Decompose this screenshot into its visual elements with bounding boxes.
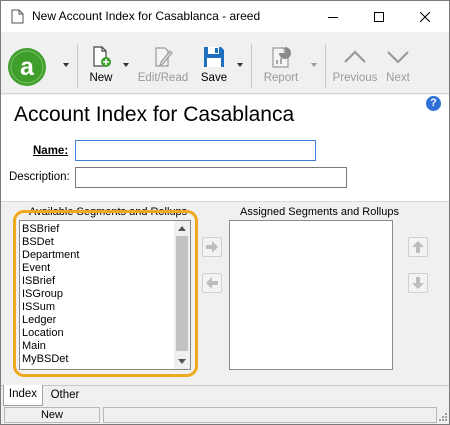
- toolbar-separator: [325, 44, 326, 88]
- available-segments-items: BSBrief BSDet Department Event ISBrief ISGrou…: [22, 223, 79, 366]
- minimize-icon: [328, 16, 338, 18]
- arrow-left-icon: [206, 277, 218, 289]
- scroll-thumb[interactable]: [176, 236, 188, 351]
- name-field[interactable]: [75, 140, 316, 161]
- maximize-button[interactable]: [356, 1, 402, 32]
- list-item[interactable]: Location: [22, 327, 79, 340]
- scroll-up-arrow[interactable]: [178, 226, 186, 231]
- edit-read-button[interactable]: Edit/Read: [136, 38, 190, 94]
- description-label: Description:: [9, 171, 70, 183]
- next-button-label: Next: [386, 72, 410, 84]
- scroll-down-arrow[interactable]: [178, 359, 186, 364]
- arrow-down-icon: [412, 277, 424, 289]
- tab-bar: Index Other: [1, 385, 449, 406]
- arrow-right-icon: [206, 241, 218, 253]
- tab-index[interactable]: Index: [3, 385, 43, 406]
- move-down-button[interactable]: [408, 273, 428, 293]
- previous-button-label: Previous: [332, 72, 378, 84]
- assigned-segments-list[interactable]: [229, 220, 393, 370]
- report-dropdown-arrow[interactable]: [311, 63, 317, 67]
- available-segments-label: Available Segments and Rollups: [29, 206, 188, 218]
- assigned-segments-label: Assigned Segments and Rollups: [240, 206, 399, 218]
- list-item[interactable]: ISSum: [22, 301, 79, 314]
- save-dropdown-arrow[interactable]: [237, 63, 243, 67]
- close-button[interactable]: [402, 1, 448, 32]
- list-item[interactable]: ISGroup: [22, 288, 79, 301]
- title-bar: New Account Index for Casablanca - areed: [1, 1, 449, 32]
- document-icon: [11, 9, 24, 24]
- close-icon: [420, 11, 430, 22]
- list-item[interactable]: MyBSDet: [22, 353, 79, 366]
- arrow-up-icon: [412, 241, 424, 253]
- new-dropdown-arrow[interactable]: [123, 63, 129, 67]
- edit-read-button-label: Edit/Read: [137, 72, 189, 84]
- status-mode: New: [4, 407, 100, 423]
- resize-grip-icon[interactable]: [438, 412, 448, 422]
- segment-panel: Available Segments and Rollups Assigned …: [1, 201, 449, 385]
- move-up-button[interactable]: [408, 237, 428, 257]
- toolbar-separator: [77, 44, 78, 88]
- toolbar-separator: [251, 44, 252, 88]
- minimize-button[interactable]: [310, 1, 356, 32]
- tab-other[interactable]: Other: [45, 386, 85, 406]
- toolbar: a New Edit/Read Save Report Previous Nex…: [1, 38, 449, 94]
- next-button[interactable]: Next: [381, 38, 415, 94]
- new-document-icon: [93, 46, 111, 67]
- list-item[interactable]: ISBrief: [22, 275, 79, 288]
- new-button[interactable]: New: [83, 38, 119, 94]
- edit-icon: [155, 47, 173, 67]
- report-button[interactable]: Report: [259, 38, 303, 94]
- list-item[interactable]: BSBrief: [22, 223, 79, 236]
- save-icon: [204, 47, 224, 67]
- unassign-button[interactable]: [202, 273, 222, 293]
- app-logo-button[interactable]: a: [7, 47, 47, 87]
- status-field: [103, 407, 437, 423]
- window-title: New Account Index for Casablanca - areed: [32, 9, 261, 23]
- list-item[interactable]: Main: [22, 340, 79, 353]
- available-list-scrollbar[interactable]: [174, 221, 190, 369]
- list-item[interactable]: Ledger: [22, 314, 79, 327]
- chevron-up-icon: [344, 50, 366, 63]
- report-button-label: Report: [263, 72, 299, 84]
- help-icon[interactable]: ?: [426, 96, 441, 111]
- previous-button[interactable]: Previous: [331, 38, 379, 94]
- name-label: Name:: [33, 145, 69, 157]
- logo-dropdown-arrow[interactable]: [63, 63, 69, 67]
- assign-button[interactable]: [202, 237, 222, 257]
- status-bar: New: [1, 406, 449, 424]
- page-title: Account Index for Casablanca: [14, 103, 295, 126]
- maximize-icon: [374, 11, 384, 22]
- available-segments-list[interactable]: BSBrief BSDet Department Event ISBrief ISGrou…: [19, 220, 191, 370]
- list-item[interactable]: Department: [22, 249, 79, 262]
- report-icon: [272, 47, 291, 68]
- list-item[interactable]: BSDet: [22, 236, 79, 249]
- description-field[interactable]: [75, 167, 347, 188]
- save-button-label: Save: [200, 72, 228, 84]
- svg-text:a: a: [20, 53, 35, 81]
- new-button-label: New: [89, 72, 113, 84]
- chevron-down-icon: [387, 51, 409, 64]
- save-button[interactable]: Save: [197, 38, 231, 94]
- app-logo-icon: a: [8, 48, 46, 86]
- list-item[interactable]: Event: [22, 262, 79, 275]
- form-area: Account Index for Casablanca ? Name: Des…: [1, 95, 449, 385]
- app-window: New Account Index for Casablanca - areed…: [0, 0, 450, 425]
